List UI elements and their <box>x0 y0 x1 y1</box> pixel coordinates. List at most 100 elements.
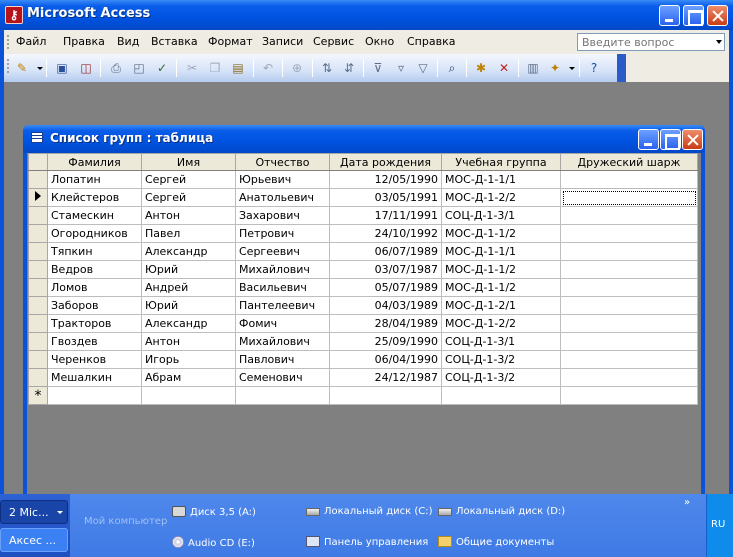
cell-birthdate[interactable]: 03/05/1991 <box>329 188 442 207</box>
maximize-button[interactable] <box>683 5 704 26</box>
link-shared-documents[interactable]: Общие документы <box>438 536 554 548</box>
cell-group[interactable]: МОС-Д-1-1/1 <box>441 242 561 261</box>
cell-name[interactable]: Андрей <box>141 278 236 297</box>
new-record-icon[interactable]: ✱ <box>473 60 489 76</box>
toolbar-grip-icon[interactable] <box>7 59 10 73</box>
cell-birthdate[interactable]: 06/04/1990 <box>329 350 442 369</box>
table-row[interactable]: Огородников Павел Петрович 24/10/1992 МОС-Д-… <box>28 224 698 243</box>
table-row[interactable]: Черенков Игорь Павлович 06/04/1990 СОЦ-Д-1-3… <box>28 350 698 369</box>
record-selector[interactable] <box>28 206 48 225</box>
task-button-access-group[interactable]: 2 Mic... <box>0 500 68 524</box>
cell-patronymic[interactable]: Сергеевич <box>235 242 330 261</box>
cell-name[interactable]: Сергей <box>141 188 236 207</box>
cell-patronymic[interactable]: Михайлович <box>235 332 330 351</box>
cell-group[interactable]: СОЦ-Д-1-3/1 <box>441 332 561 351</box>
select-all-corner[interactable] <box>28 153 48 171</box>
cell-group[interactable]: МОС-Д-1-2/2 <box>441 314 561 333</box>
cell-birthdate[interactable]: 05/07/1989 <box>329 278 442 297</box>
table-row[interactable]: Клейстеров Сергей Анатольевич 03/05/1991 МОС… <box>28 188 698 207</box>
print-preview-icon[interactable]: ◰ <box>131 60 147 76</box>
cell-name[interactable]: Антон <box>141 206 236 225</box>
cell-birthdate[interactable]: 28/04/1989 <box>329 314 442 333</box>
hyperlink-icon[interactable]: ⊕ <box>289 60 305 76</box>
table-row[interactable]: Мешалкин Абрам Семенович 24/12/1987 СОЦ-Д-1-… <box>28 368 698 387</box>
record-selector[interactable] <box>28 350 48 369</box>
cell-group[interactable]: СОЦ-Д-1-3/1 <box>441 206 561 225</box>
cell-name[interactable]: Павел <box>141 224 236 243</box>
cell-caricature[interactable] <box>560 368 698 387</box>
chevron-more-icon[interactable]: » <box>684 497 690 508</box>
new-record-marker[interactable]: * <box>28 386 48 405</box>
task-button-access[interactable]: Аксес ... <box>0 528 68 552</box>
filter-by-selection-icon[interactable]: ⊽ <box>370 60 386 76</box>
record-selector[interactable] <box>28 314 48 333</box>
table-row[interactable]: Тяпкин Александр Сергеевич 06/07/1989 МОС-Д-… <box>28 242 698 261</box>
column-header-surname[interactable]: Фамилия <box>47 153 142 171</box>
title-bar[interactable]: ⚷ Microsoft Access <box>0 0 733 30</box>
sort-ascending-icon[interactable]: ⇅ <box>319 60 335 76</box>
column-header-group[interactable]: Учебная группа <box>441 153 561 171</box>
ask-question-input[interactable] <box>578 34 706 50</box>
cell-patronymic[interactable]: Михайлович <box>235 260 330 279</box>
cell-patronymic[interactable]: Фомич <box>235 314 330 333</box>
cell-name[interactable]: Александр <box>141 242 236 261</box>
table-row[interactable]: Ведров Юрий Михайлович 03/07/1987 МОС-Д-1-1/… <box>28 260 698 279</box>
menu-view[interactable]: Вид <box>117 35 139 48</box>
cell-birthdate[interactable]: 24/12/1987 <box>329 368 442 387</box>
table-row[interactable]: Ломов Андрей Васильевич 05/07/1989 МОС-Д-1-1… <box>28 278 698 297</box>
cell-birthdate[interactable]: 24/10/1992 <box>329 224 442 243</box>
table-row[interactable]: Заборов Юрий Пантелеевич 04/03/1989 МОС-Д-1-… <box>28 296 698 315</box>
menu-file[interactable]: Файл <box>16 35 46 48</box>
cell-name[interactable] <box>141 386 236 405</box>
link-disk-d[interactable]: Локальный диск (D:) <box>438 506 565 517</box>
cell-caricature[interactable] <box>560 296 698 315</box>
record-selector[interactable] <box>28 260 48 279</box>
table-icon[interactable] <box>31 132 43 143</box>
record-selector[interactable] <box>28 170 48 189</box>
spelling-icon[interactable]: ✓ <box>154 60 170 76</box>
cell-caricature[interactable] <box>560 386 698 405</box>
view-design-icon[interactable]: ✎ <box>14 60 30 76</box>
cell-patronymic[interactable]: Павлович <box>235 350 330 369</box>
cell-name[interactable]: Александр <box>141 314 236 333</box>
cell-group[interactable]: МОС-Д-1-1/2 <box>441 278 561 297</box>
cell-patronymic[interactable]: Семенович <box>235 368 330 387</box>
chevron-down-icon[interactable] <box>716 40 722 44</box>
cell-surname[interactable]: Мешалкин <box>47 368 142 387</box>
cell-group[interactable]: МОС-Д-1-2/2 <box>441 188 561 207</box>
cell-name[interactable]: Игорь <box>141 350 236 369</box>
cell-caricature[interactable] <box>560 350 698 369</box>
column-header-birthdate[interactable]: Дата рождения <box>329 153 442 171</box>
chevron-down-icon[interactable] <box>37 67 43 70</box>
cell-group[interactable]: МОС-Д-1-1/2 <box>441 224 561 243</box>
datasheet-maximize-button[interactable] <box>660 129 681 150</box>
cell-surname[interactable]: Черенков <box>47 350 142 369</box>
cell-surname[interactable]: Лопатин <box>47 170 142 189</box>
cell-caricature[interactable] <box>560 260 698 279</box>
record-selector[interactable] <box>28 188 48 207</box>
cell-name[interactable]: Абрам <box>141 368 236 387</box>
cell-patronymic[interactable]: Анатольевич <box>235 188 330 207</box>
menu-grip-icon[interactable] <box>7 35 10 49</box>
table-row[interactable]: Тракторов Александр Фомич 28/04/1989 МОС-Д-1… <box>28 314 698 333</box>
undo-icon[interactable]: ↶ <box>260 60 276 76</box>
cell-caricature[interactable] <box>560 242 698 261</box>
apply-filter-icon[interactable]: ▽ <box>415 60 431 76</box>
print-icon[interactable]: ⎙ <box>108 60 124 76</box>
toolbar-options-button[interactable] <box>617 54 626 82</box>
record-selector[interactable] <box>28 242 48 261</box>
cell-name[interactable]: Сергей <box>141 170 236 189</box>
menu-window[interactable]: Окно <box>365 35 394 48</box>
record-selector[interactable] <box>28 296 48 315</box>
cell-caricature[interactable] <box>560 314 698 333</box>
cell-group[interactable]: СОЦ-Д-1-3/2 <box>441 350 561 369</box>
ask-question-box[interactable] <box>577 33 725 51</box>
database-window-icon[interactable]: ▥ <box>525 60 541 76</box>
language-indicator[interactable]: RU <box>711 519 725 530</box>
record-selector[interactable] <box>28 368 48 387</box>
table-row[interactable]: Стамескин Антон Захарович 17/11/1991 СОЦ-Д-1… <box>28 206 698 225</box>
menu-records[interactable]: Записи <box>262 35 303 48</box>
record-selector[interactable] <box>28 224 48 243</box>
access-key-icon[interactable]: ⚷ <box>5 6 23 24</box>
cell-group[interactable]: МОС-Д-1-1/1 <box>441 170 561 189</box>
